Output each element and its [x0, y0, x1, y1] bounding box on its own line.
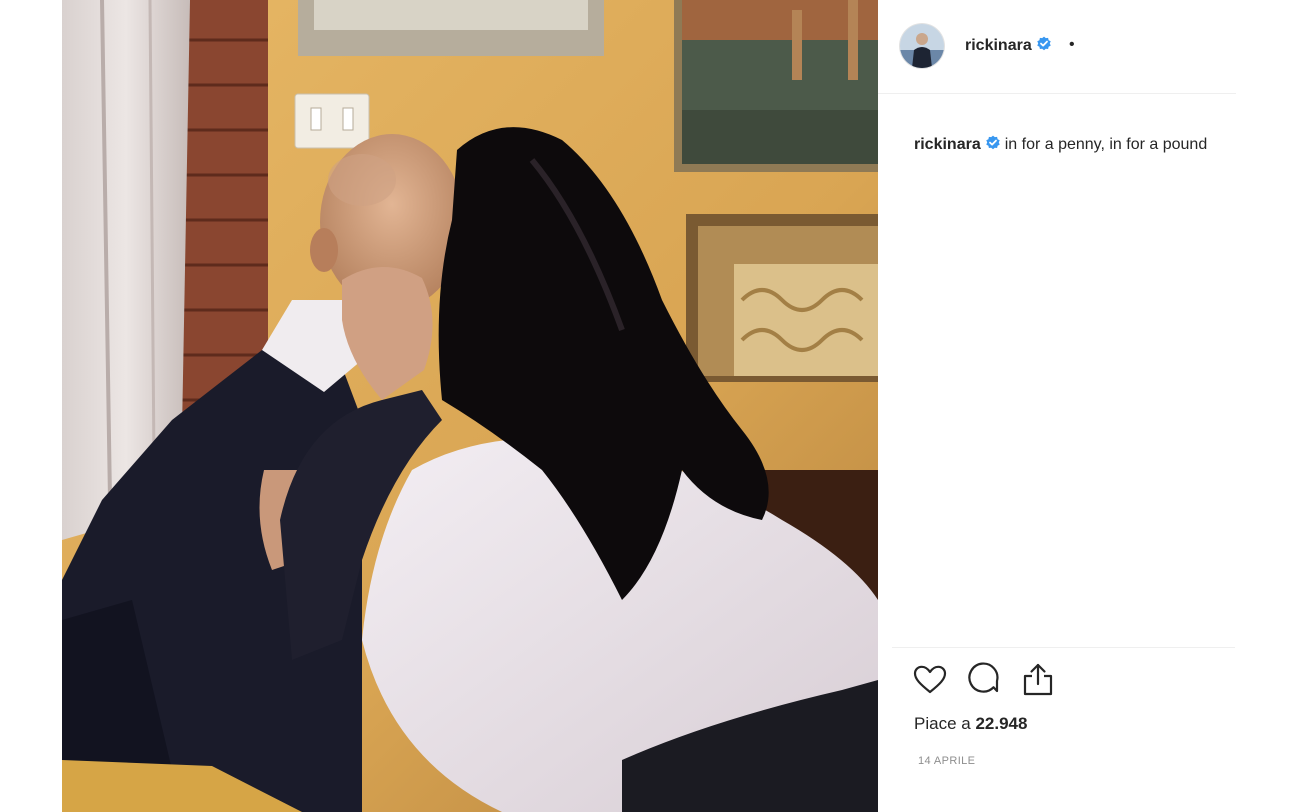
share-icon	[1023, 663, 1053, 696]
likes-prefix: Piace a	[914, 714, 971, 733]
share-button[interactable]	[1020, 662, 1056, 698]
comment-bubble-icon	[968, 662, 999, 693]
header-username[interactable]: rickinara	[965, 36, 1052, 55]
post-photo[interactable]	[62, 0, 878, 812]
verified-badge-icon	[985, 135, 1001, 151]
post-date[interactable]: 14 APRILE	[918, 755, 975, 767]
actions-divider	[892, 647, 1235, 648]
caption-text: in for a penny, in for a pound	[1004, 136, 1208, 153]
profile-photo-icon	[900, 24, 944, 68]
post-caption: rickinara in for a penny, in for a pound	[914, 133, 1214, 157]
likes-count[interactable]: Piace a 22.948	[914, 714, 1027, 734]
post-image	[62, 0, 878, 812]
post-header: rickinara •	[878, 0, 1236, 94]
heart-icon	[913, 665, 947, 694]
verified-badge-icon	[1036, 36, 1052, 52]
header-separator: •	[1069, 36, 1075, 53]
post-side-panel: rickinara • rickinara in for a penny, in…	[878, 0, 1236, 812]
avatar[interactable]	[900, 24, 944, 68]
like-button[interactable]	[912, 662, 948, 698]
header-username-text: rickinara	[965, 37, 1032, 54]
caption-username[interactable]: rickinara	[914, 136, 981, 153]
likes-number: 22.948	[975, 714, 1028, 733]
comment-button[interactable]	[966, 662, 1002, 698]
